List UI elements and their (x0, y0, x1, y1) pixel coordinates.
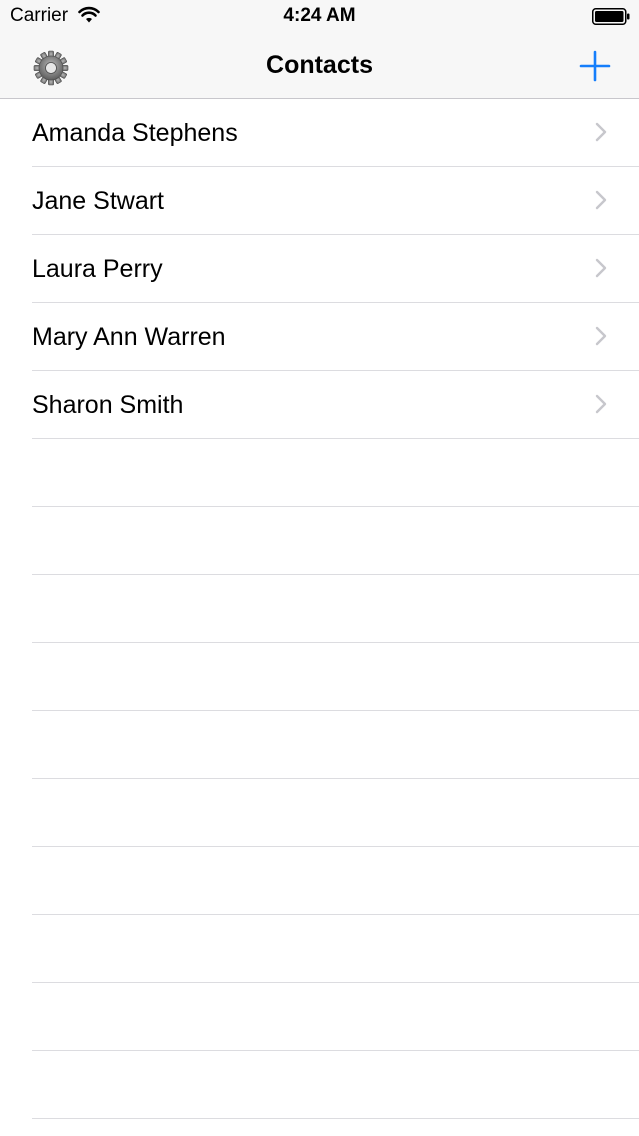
contact-name: Amanda Stephens (32, 119, 238, 147)
gear-icon[interactable] (32, 49, 70, 87)
empty-row (0, 983, 639, 1051)
contact-name: Laura Perry (32, 255, 163, 283)
contact-row[interactable]: Sharon Smith (0, 371, 639, 439)
empty-row (0, 1051, 639, 1119)
battery-icon (592, 8, 630, 25)
contact-name: Jane Stwart (32, 187, 165, 215)
contact-name: Mary Ann Warren (32, 323, 226, 351)
status-time: 4:24 AM (283, 5, 356, 26)
empty-row (0, 643, 639, 711)
empty-row (0, 915, 639, 983)
chevron-right-icon (595, 122, 607, 142)
contact-row[interactable]: Amanda Stephens (0, 99, 639, 167)
status-bar: Carrier 4:24 AM (0, 0, 639, 40)
chevron-right-icon (595, 258, 607, 278)
empty-row (0, 439, 639, 507)
empty-row (0, 779, 639, 847)
contact-row[interactable]: Mary Ann Warren (0, 303, 639, 371)
contact-row[interactable]: Jane Stwart (0, 167, 639, 235)
chevron-right-icon (595, 326, 607, 346)
chevron-right-icon (595, 394, 607, 414)
page-title: Contacts (266, 51, 373, 79)
empty-row (0, 575, 639, 643)
chevron-right-icon (595, 190, 607, 210)
contact-name: Sharon Smith (32, 391, 184, 419)
contact-row[interactable]: Laura Perry (0, 235, 639, 303)
plus-icon[interactable] (578, 49, 612, 83)
empty-row (0, 711, 639, 779)
empty-row (0, 847, 639, 915)
contacts-list: Amanda Stephens Jane Stwart Laura Perry … (0, 99, 639, 1136)
navigation-bar: Contacts (0, 40, 639, 99)
empty-row (0, 507, 639, 575)
